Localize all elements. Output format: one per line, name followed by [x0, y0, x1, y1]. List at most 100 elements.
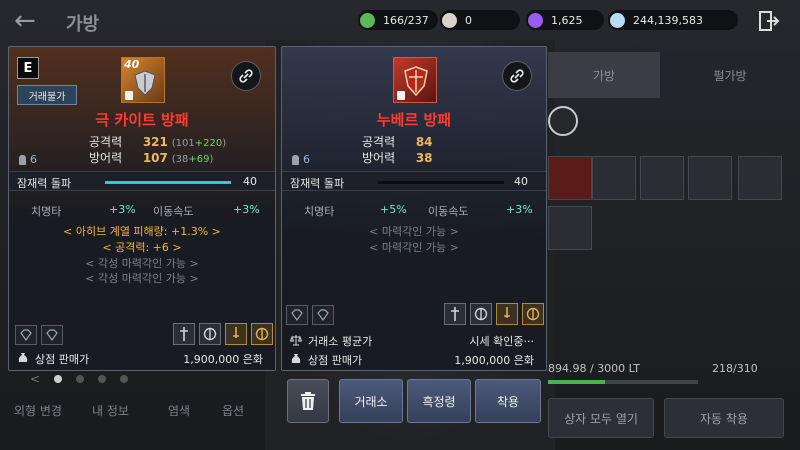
item-icon-shield: [393, 57, 437, 103]
stat-breakdown: (38+69): [171, 154, 214, 165]
link-icon: [510, 69, 524, 83]
item-icon-shield: 40: [121, 57, 165, 103]
slot-count: 218/310: [712, 362, 758, 375]
gem-slot[interactable]: [286, 305, 308, 325]
sell-price-label: 상점 판매가: [35, 353, 90, 366]
rune-slot[interactable]: [444, 303, 466, 325]
chevron-left-icon[interactable]: <: [30, 372, 40, 386]
rune-slot[interactable]: [522, 303, 544, 325]
speed-label: 이동속도: [153, 205, 194, 218]
lock-icon: [397, 91, 405, 100]
engrave-line: < 마력각인 가능 >: [369, 225, 459, 238]
person-count-value: 6: [30, 153, 37, 166]
rune-slot[interactable]: [496, 303, 518, 325]
crit-value: +3%: [109, 203, 136, 216]
link-button[interactable]: [502, 61, 532, 91]
auto-equip-button[interactable]: 자동 착용: [664, 398, 784, 438]
rune-slot[interactable]: [199, 323, 221, 345]
rune-slot[interactable]: [173, 323, 195, 345]
menu-my-info[interactable]: 내 정보: [92, 402, 129, 419]
energy-value: 166/237: [383, 13, 429, 27]
potion-filter-icon[interactable]: [746, 106, 776, 136]
sell-price-value: 1,900,000 은화: [183, 353, 263, 366]
gem-slot[interactable]: [312, 305, 334, 325]
tab-pearl-bag[interactable]: 펄가방: [660, 52, 800, 98]
orb-rune-icon: [255, 327, 269, 341]
pearl-icon: [442, 12, 457, 28]
bonus-line: < 공격력: +6 >: [102, 241, 182, 254]
menu-options[interactable]: 옵션: [222, 402, 244, 419]
inventory-slot[interactable]: [640, 156, 684, 200]
stat-base: 38: [175, 154, 189, 165]
open-all-boxes-label: 상자 모두 열기: [564, 411, 638, 426]
rune-slot[interactable]: [470, 303, 492, 325]
inventory-slot[interactable]: [738, 156, 782, 200]
awakening-bar: [378, 181, 504, 184]
exit-door-icon[interactable]: [758, 10, 780, 32]
person-icon: [292, 154, 299, 165]
stat-value: 321: [142, 135, 168, 149]
diamond-icon: [317, 309, 329, 322]
crystal-icon: [528, 12, 543, 28]
tab-bag[interactable]: 가방: [548, 52, 660, 98]
awakening-bar-fill: [105, 181, 231, 184]
gem-slot[interactable]: [15, 325, 37, 345]
weight-bar: [548, 380, 698, 384]
page-dot[interactable]: [98, 375, 107, 383]
crit-value-text: +3%: [109, 203, 136, 216]
crit-value: +5%: [380, 203, 407, 216]
back-arrow-icon[interactable]: ←: [14, 6, 36, 36]
person-count: 6: [19, 153, 37, 166]
top-bar: ← 가방 166/237 0 1,625 244,139,583: [0, 0, 800, 44]
person-count: 6: [292, 153, 310, 166]
rune-slot[interactable]: [225, 323, 247, 345]
ring-filter-icon[interactable]: [646, 106, 676, 136]
equip-button[interactable]: 착용: [475, 379, 541, 423]
menu-dye[interactable]: 염색: [168, 402, 190, 419]
engrave-line: < 각성 마력각인 가능 >: [85, 257, 199, 270]
attack-stat: 공격력 321 (101+220): [89, 133, 226, 150]
black-spirit-button[interactable]: 흑정령: [407, 379, 471, 423]
menu-appearance[interactable]: 외형 변경: [14, 402, 62, 419]
lock-icon: [125, 91, 133, 100]
link-button[interactable]: [231, 61, 261, 91]
grade-badge: E: [17, 57, 39, 79]
inventory-slot[interactable]: [592, 156, 636, 200]
diamond-icon: [46, 329, 58, 342]
item-tooltip-equipped: E 거래불가 40 극 카이트 방패 공격력 321 (101+220) 방어력…: [8, 46, 276, 371]
inventory-slot[interactable]: [548, 206, 592, 250]
awakening-value: 40: [243, 175, 257, 188]
weapon-filter-icon[interactable]: [548, 106, 578, 136]
equip-label: 착용: [496, 394, 520, 409]
gem-filter-icon[interactable]: [696, 106, 726, 136]
energy-icon: [360, 12, 375, 28]
auto-equip-label: 자동 착용: [700, 411, 748, 426]
stat-label: 방어력: [89, 151, 123, 165]
untradeable-badge: 거래불가: [17, 85, 77, 105]
gem-slot[interactable]: [41, 325, 63, 345]
delete-button[interactable]: [287, 379, 329, 423]
page-dot[interactable]: [54, 375, 63, 383]
inventory-slot[interactable]: [688, 156, 732, 200]
awakening-value: 40: [514, 175, 528, 188]
engrave-line: < 마력각인 가능 >: [369, 241, 459, 254]
money-bag-icon: [291, 354, 301, 363]
stat-value: 38: [415, 151, 433, 165]
awakening-label: 잠재력 돌파: [290, 177, 345, 190]
armor-filter-icon[interactable]: [596, 106, 626, 136]
weight-label: 894.98 / 3000 LT: [548, 362, 641, 375]
stat-value: 84: [415, 135, 433, 149]
person-count-value: 6: [303, 153, 310, 166]
diamond-icon: [291, 309, 303, 322]
inventory-slot[interactable]: [548, 156, 592, 200]
shield-rune-icon: [203, 327, 217, 341]
page-dot[interactable]: [76, 375, 85, 383]
rune-slot[interactable]: [251, 323, 273, 345]
black-spirit-label: 흑정령: [422, 394, 456, 409]
page-dot[interactable]: [120, 375, 129, 383]
link-icon: [239, 69, 253, 83]
open-all-boxes-button[interactable]: 상자 모두 열기: [548, 398, 654, 438]
awakening-bar: [105, 181, 231, 184]
marketplace-button[interactable]: 거래소: [339, 379, 403, 423]
speed-value-text: +3%: [506, 203, 533, 216]
